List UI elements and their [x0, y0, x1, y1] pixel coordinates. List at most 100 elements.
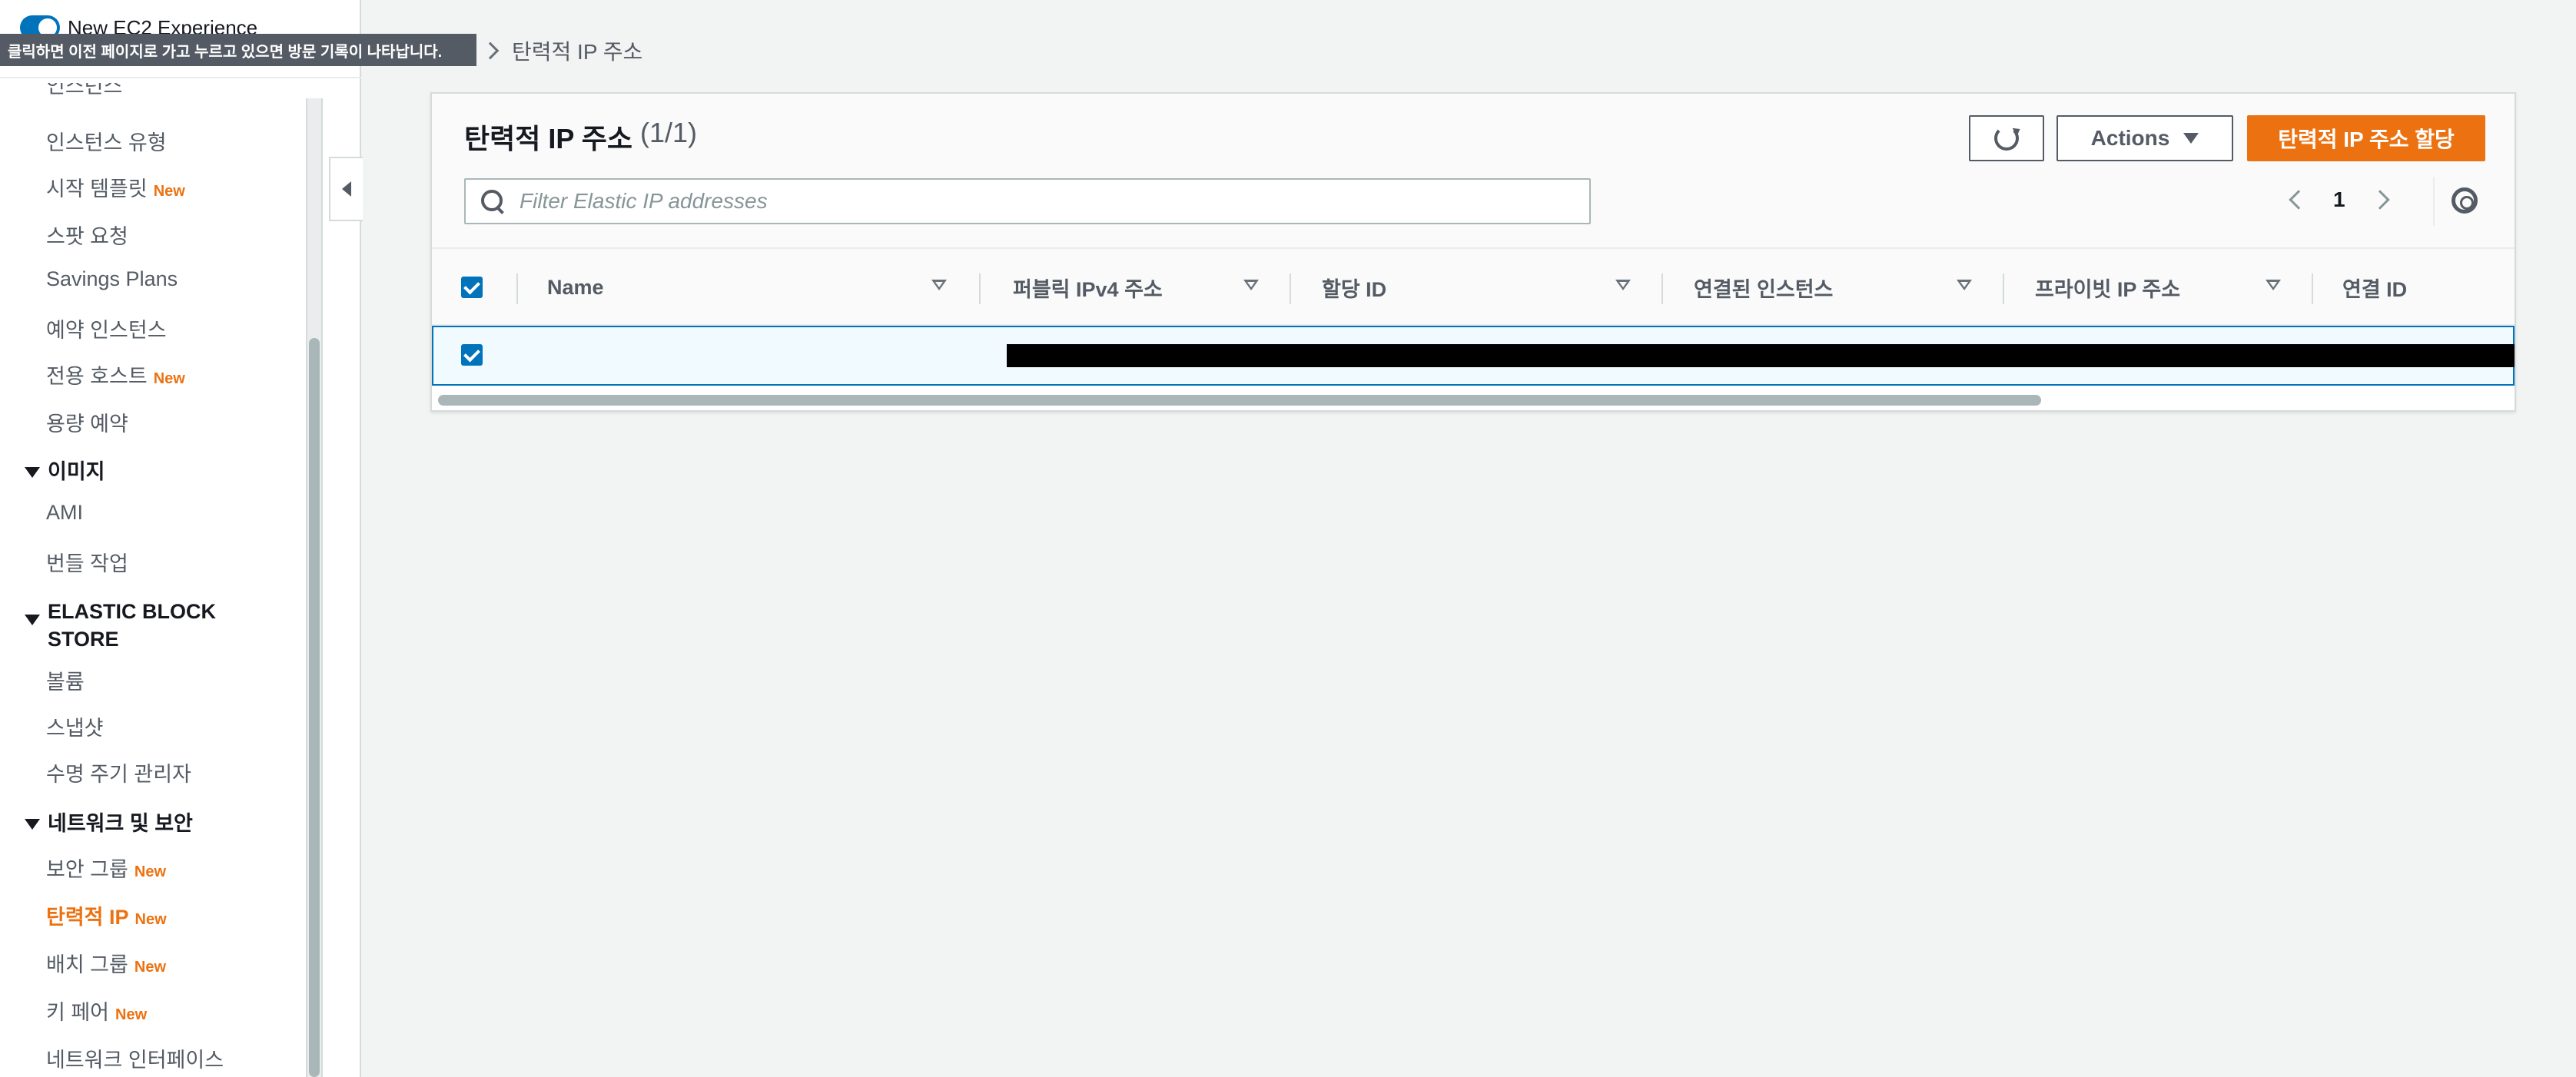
sidebar-item-network-interfaces[interactable]: 네트워크 인터페이스: [46, 1043, 224, 1073]
pagination: 1: [2289, 187, 2390, 212]
sidebar-item-bundle-tasks[interactable]: 번들 작업: [46, 547, 128, 577]
column-divider: [516, 273, 518, 304]
sidebar-section-ebs[interactable]: ELASTIC BLOCK STORE: [25, 598, 216, 653]
sidebar-item-label: 수명 주기 관리자: [46, 763, 191, 786]
new-badge: New: [115, 1006, 148, 1023]
chevron-right-icon[interactable]: [2369, 190, 2390, 210]
sidebar-item-label: 스냅샷: [46, 717, 104, 740]
sidebar-item-capacity-reservations[interactable]: 용량 예약: [46, 407, 128, 437]
refresh-icon: [1994, 126, 2019, 151]
sidebar-item-security-groups[interactable]: 보안 그룹 New: [46, 853, 166, 883]
sidebar-item-instance-types[interactable]: 인스턴스 유형: [46, 126, 167, 156]
sidebar-section-network[interactable]: 네트워크 및 보안: [25, 810, 193, 837]
chevron-right-icon: [481, 41, 500, 60]
breadcrumb: 탄력적 IP 주소: [481, 35, 643, 66]
new-badge: New: [153, 370, 185, 387]
sidebar-item-instances-partial[interactable]: 인스턴스: [46, 83, 122, 98]
actions-button[interactable]: Actions: [2056, 115, 2233, 161]
column-divider[interactable]: [2003, 273, 2004, 304]
horizontal-scrollbar[interactable]: [438, 395, 2041, 406]
elastic-ip-panel: 탄력적 IP 주소 (1/1) Actions 탄력적 IP 주소 할당 1 N…: [430, 92, 2516, 412]
sidebar-item-label: 용량 예약: [46, 413, 128, 436]
sidebar-item-label: 네트워크 인터페이스: [46, 1049, 224, 1072]
sidebar-scrollbar-thumb[interactable]: [309, 338, 320, 1077]
sidebar-section-images[interactable]: 이미지: [25, 458, 105, 485]
panel-header: 탄력적 IP 주소 (1/1) Actions 탄력적 IP 주소 할당 1: [432, 94, 2515, 249]
column-header-public-ipv4[interactable]: 퍼블릭 IPv4 주소: [1013, 249, 1163, 326]
column-header-allocation-id[interactable]: 할당 ID: [1322, 249, 1386, 326]
section-label-line2: STORE: [48, 628, 119, 651]
actions-label: Actions: [2090, 126, 2170, 150]
caret-down-icon: [25, 467, 40, 478]
caret-down-icon: [25, 615, 40, 625]
section-label: ELASTIC BLOCK STORE: [48, 598, 216, 653]
sort-icon[interactable]: [1243, 280, 1259, 290]
column-divider[interactable]: [1290, 273, 1291, 304]
pager-divider: [2433, 177, 2435, 226]
column-header-name[interactable]: Name: [547, 249, 604, 326]
select-all-checkbox[interactable]: [461, 277, 483, 298]
sidebar-item-label: 번들 작업: [46, 552, 128, 575]
sidebar-item-label: 볼륨: [46, 671, 85, 694]
sidebar-item-dedicated-hosts[interactable]: 전용 호스트 New: [46, 360, 185, 389]
table-row[interactable]: [432, 326, 2515, 386]
sidebar-item-spot-requests[interactable]: 스팟 요청: [46, 220, 128, 250]
column-header-private-ip[interactable]: 프라이빗 IP 주소: [2035, 249, 2180, 326]
table-header: Name 퍼블릭 IPv4 주소 할당 ID 연결된 인스턴스 프라이빗 IP …: [432, 249, 2515, 326]
sidebar-item-ami[interactable]: AMI: [46, 501, 83, 525]
row-checkbox[interactable]: [461, 344, 483, 366]
column-divider[interactable]: [979, 273, 981, 304]
sidebar-item-label: 시작 템플릿: [46, 177, 148, 200]
new-badge: New: [134, 911, 167, 928]
caret-down-icon: [25, 819, 40, 830]
sidebar-item-volumes[interactable]: 볼륨: [46, 665, 85, 695]
caret-left-icon: [342, 181, 351, 197]
sidebar-item-placement-groups[interactable]: 배치 그룹 New: [46, 948, 166, 978]
sidebar-item-snapshots[interactable]: 스냅샷: [46, 711, 104, 741]
page-number[interactable]: 1: [2333, 187, 2345, 212]
new-badge: New: [153, 183, 185, 200]
sidebar: New EC2 Experience 인스턴스 인스턴스 유형 시작 템플릿 Ne…: [0, 0, 361, 1077]
search-icon: [481, 190, 504, 213]
breadcrumb-current: 탄력적 IP 주소: [512, 40, 643, 64]
page-title: 탄력적 IP 주소 (1/1): [464, 117, 697, 157]
sort-icon[interactable]: [1615, 280, 1631, 290]
panel-title-text: 탄력적 IP 주소: [464, 123, 632, 154]
sidebar-item-label: 인스턴스 유형: [46, 131, 167, 154]
gear-icon[interactable]: [2452, 187, 2478, 214]
sidebar-item-label: 키 페어: [46, 1001, 110, 1024]
column-divider[interactable]: [2312, 273, 2313, 304]
sidebar-item-label: AMI: [46, 501, 84, 524]
column-header-association-id[interactable]: 연결 ID: [2342, 249, 2407, 326]
sidebar-item-label: Savings Plans: [46, 267, 178, 290]
allocate-elastic-ip-button[interactable]: 탄력적 IP 주소 할당: [2247, 115, 2485, 161]
section-label: 네트워크 및 보안: [48, 812, 193, 835]
new-badge: New: [134, 959, 166, 976]
sidebar-item-lifecycle-manager[interactable]: 수명 주기 관리자: [46, 757, 191, 787]
selection-count: (1/1): [639, 117, 697, 148]
chevron-left-icon[interactable]: [2289, 190, 2309, 210]
refresh-button[interactable]: [1969, 115, 2044, 161]
redacted-row-values: [1007, 344, 2515, 367]
caret-down-icon: [2183, 133, 2199, 144]
section-label: 이미지: [48, 460, 105, 483]
sidebar-item-savings-plans[interactable]: Savings Plans: [46, 267, 178, 291]
sidebar-item-label: 탄력적 IP: [46, 906, 129, 929]
search-field[interactable]: [464, 178, 1591, 224]
column-divider[interactable]: [1661, 273, 1663, 304]
sidebar-item-key-pairs[interactable]: 키 페어 New: [46, 996, 147, 1026]
collapse-sidebar-button[interactable]: [329, 157, 363, 221]
sidebar-item-label: 전용 호스트: [46, 365, 148, 388]
search-input[interactable]: [520, 189, 1589, 214]
column-header-associated-instance[interactable]: 연결된 인스턴스: [1694, 249, 1833, 326]
sidebar-item-elastic-ips[interactable]: 탄력적 IP New: [46, 900, 167, 930]
sidebar-item-label: 배치 그룹: [46, 953, 128, 976]
sort-icon[interactable]: [2266, 280, 2281, 290]
sidebar-item-label: 예약 인스턴스: [46, 319, 167, 342]
sort-icon[interactable]: [1957, 280, 1972, 290]
sort-icon[interactable]: [931, 280, 947, 290]
sidebar-item-reserved-instances[interactable]: 예약 인스턴스: [46, 313, 167, 343]
back-button-tooltip: 클릭하면 이전 페이지로 가고 누르고 있으면 방문 기록이 나타납니다.: [0, 34, 476, 66]
sidebar-item-launch-templates[interactable]: 시작 템플릿 New: [46, 172, 185, 202]
sidebar-divider: [0, 77, 361, 78]
